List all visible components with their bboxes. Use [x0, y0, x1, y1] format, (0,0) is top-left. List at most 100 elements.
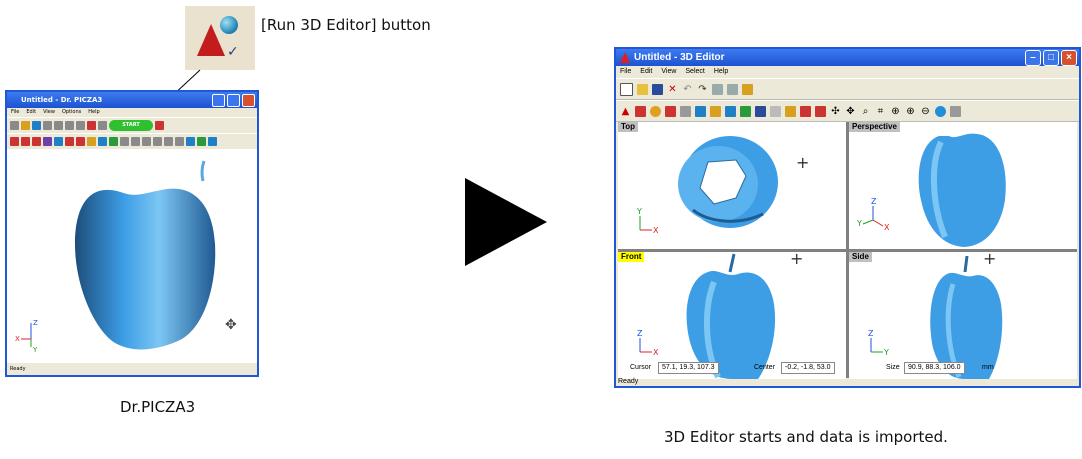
chart-icon[interactable]: [742, 83, 753, 95]
shade-icon[interactable]: [935, 105, 946, 117]
drpicza-toolbar-2: [7, 133, 257, 149]
print-preview-icon[interactable]: [727, 83, 738, 95]
svg-text:X: X: [884, 223, 890, 232]
print-icon[interactable]: [712, 83, 723, 95]
menu-edit[interactable]: Edit: [26, 108, 36, 117]
settings-icon[interactable]: [98, 121, 107, 130]
svg-text:Y: Y: [856, 219, 862, 228]
drpicza-titlebar: Untitled - Dr. PICZA3: [7, 92, 257, 108]
maximize-button[interactable]: □: [1043, 50, 1059, 66]
delete-icon[interactable]: ✕: [667, 84, 678, 95]
tool-icon[interactable]: [800, 105, 811, 117]
orbit-icon[interactable]: ⊖: [920, 106, 931, 117]
move-icon[interactable]: [120, 137, 129, 146]
rotate-icon[interactable]: ⊕: [905, 106, 916, 117]
tool-icon[interactable]: [770, 105, 781, 117]
paint-icon[interactable]: [665, 105, 676, 117]
rotate-icon[interactable]: ⊕: [890, 106, 901, 117]
model-icon[interactable]: ▲: [620, 106, 631, 117]
tool-icon[interactable]: [65, 137, 74, 146]
settings-icon[interactable]: [950, 105, 961, 117]
zoom-icon[interactable]: ⌕: [860, 106, 871, 117]
move-icon[interactable]: ✣: [830, 106, 841, 117]
tool-icon[interactable]: [695, 105, 706, 117]
new-file-icon[interactable]: [10, 121, 19, 130]
flow-arrow: [465, 178, 547, 266]
save-icon[interactable]: [652, 83, 663, 95]
svg-text:Y: Y: [636, 207, 642, 216]
menu-select[interactable]: Select: [685, 66, 704, 78]
menu-options[interactable]: Options: [62, 108, 81, 117]
tool-icon[interactable]: [98, 137, 107, 146]
shade-icon[interactable]: [186, 137, 195, 146]
drpicza-viewport[interactable]: Z X Y ✥: [7, 149, 257, 361]
menu-file[interactable]: File: [11, 108, 19, 117]
tool-icon[interactable]: [815, 105, 826, 117]
open-folder-icon[interactable]: [637, 83, 648, 95]
tool-icon[interactable]: [10, 137, 19, 146]
cut-icon[interactable]: [43, 121, 52, 130]
menu-file[interactable]: File: [620, 66, 631, 78]
tool-icon[interactable]: [710, 105, 721, 117]
minimize-button[interactable]: [212, 94, 225, 107]
svg-text:Z: Z: [868, 329, 874, 338]
maximize-button[interactable]: [227, 94, 240, 107]
print-icon[interactable]: [65, 121, 74, 130]
tool-icon[interactable]: [740, 105, 751, 117]
tool-icon[interactable]: [76, 137, 85, 146]
drpicza-toolbar-1: START: [7, 117, 257, 133]
tool-icon[interactable]: [87, 137, 96, 146]
start-button[interactable]: START: [109, 120, 153, 131]
editor-caption: 3D Editor starts and data is imported.: [664, 428, 948, 446]
pan-icon[interactable]: ✥: [845, 106, 856, 117]
tool-icon[interactable]: [785, 105, 796, 117]
tool-icon[interactable]: [109, 137, 118, 146]
stop-icon[interactable]: [155, 121, 164, 130]
tool-icon[interactable]: [43, 137, 52, 146]
save-icon[interactable]: [32, 121, 41, 130]
tool-icon[interactable]: [32, 137, 41, 146]
tool-icon[interactable]: [725, 105, 736, 117]
run-3d-editor-button-icon[interactable]: [87, 121, 96, 130]
menu-edit[interactable]: Edit: [640, 66, 652, 78]
minimize-button[interactable]: –: [1025, 50, 1041, 66]
tool-icon[interactable]: [755, 105, 766, 117]
tool-icon[interactable]: [21, 137, 30, 146]
texture-icon[interactable]: [197, 137, 206, 146]
viewport-perspective[interactable]: Perspective Z X Y: [849, 122, 1077, 249]
new-file-icon[interactable]: [620, 82, 633, 96]
size-label: Size: [886, 364, 900, 371]
copy-icon[interactable]: [54, 121, 63, 130]
rotate-icon[interactable]: [175, 137, 184, 146]
pan-icon[interactable]: [131, 137, 140, 146]
sphere-tool-icon[interactable]: [650, 105, 661, 117]
viewport-top[interactable]: Top + Y X: [618, 122, 846, 249]
open-file-icon[interactable]: [21, 121, 30, 130]
undo-icon[interactable]: ↶: [682, 84, 693, 95]
drpicza-title: Untitled - Dr. PICZA3: [21, 96, 103, 104]
viewport-side[interactable]: Side + Z Y: [849, 252, 1077, 379]
size-value: 90.9, 88.3, 106.0: [904, 362, 965, 374]
delete-icon[interactable]: [153, 137, 162, 146]
editor-window: Untitled - 3D Editor – □ × File Edit Vie…: [614, 47, 1081, 388]
redo-icon[interactable]: ↷: [697, 84, 708, 95]
viewport-front[interactable]: Front + Z X: [618, 252, 846, 379]
preview-icon[interactable]: [76, 121, 85, 130]
zoom-icon[interactable]: [142, 137, 151, 146]
menu-view[interactable]: View: [661, 66, 676, 78]
info-icon[interactable]: [208, 137, 217, 146]
menu-help[interactable]: Help: [88, 108, 99, 117]
menu-view[interactable]: View: [43, 108, 55, 117]
apple-model: [75, 188, 216, 350]
tool-icon[interactable]: [54, 137, 63, 146]
zoom-extents-icon[interactable]: ⌗: [875, 106, 886, 117]
cursor-value: 57.1, 19.3, 107.3: [658, 362, 719, 374]
tool-icon[interactable]: [680, 105, 691, 117]
close-button[interactable]: ×: [1061, 50, 1077, 66]
grid-icon[interactable]: [635, 105, 646, 117]
rotate-icon[interactable]: [164, 137, 173, 146]
close-button[interactable]: [242, 94, 255, 107]
drpicza-window: Untitled - Dr. PICZA3 File Edit View Opt…: [5, 90, 259, 377]
svg-text:+: +: [796, 153, 809, 172]
menu-help[interactable]: Help: [714, 66, 728, 78]
